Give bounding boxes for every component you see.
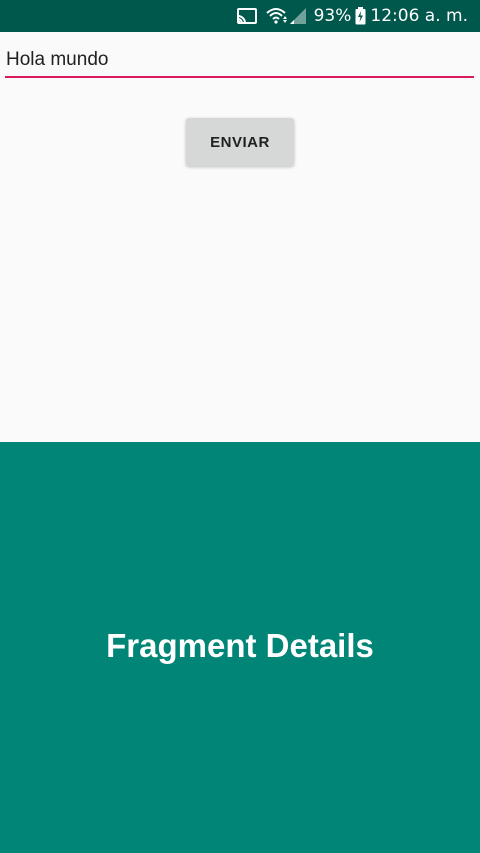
battery-percent: 93% xyxy=(313,6,352,26)
battery-icon xyxy=(355,7,366,25)
details-fragment: Fragment Details xyxy=(0,442,480,853)
main-screen: Hola mundo ENVIAR xyxy=(0,32,480,442)
send-button[interactable]: ENVIAR xyxy=(186,118,294,166)
wifi-icon xyxy=(265,7,288,25)
status-bar: 93% 12:06 a. m. xyxy=(0,0,480,32)
fragment-title: Fragment Details xyxy=(106,626,374,664)
cast-icon xyxy=(236,7,258,25)
clock: 12:06 a. m. xyxy=(370,6,468,26)
signal-icon xyxy=(289,8,306,24)
message-input[interactable]: Hola mundo xyxy=(5,46,474,78)
